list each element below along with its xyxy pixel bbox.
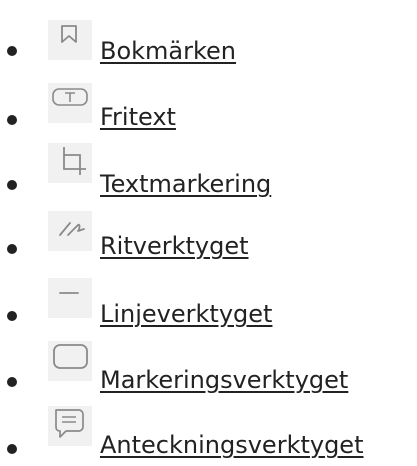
bookmark-icon <box>48 20 92 60</box>
list-bullet <box>7 377 17 387</box>
list-bullet <box>7 180 17 190</box>
list-bullet <box>7 244 17 254</box>
tool-link-bookmarks[interactable]: Bokmärken <box>100 36 236 66</box>
list-bullet <box>7 115 17 125</box>
rectangle-icon <box>48 341 92 381</box>
tool-link-marking[interactable]: Markeringsverktyget <box>100 365 348 395</box>
free-text-icon <box>48 83 92 123</box>
comment-icon <box>48 406 92 446</box>
tool-item-draw: Ritverktyget <box>0 211 417 263</box>
tool-item-free-text: Fritext <box>0 83 417 135</box>
tool-item-marking: Markeringsverktyget <box>0 341 417 395</box>
tool-item-line: Linjeverktyget <box>0 278 417 330</box>
draw-icon <box>48 211 92 251</box>
tool-link-line[interactable]: Linjeverktyget <box>100 299 272 329</box>
tool-link-draw[interactable]: Ritverktyget <box>100 231 249 261</box>
list-bullet <box>7 46 17 56</box>
list-bullet <box>7 311 17 321</box>
list-bullet <box>7 444 17 454</box>
tool-link-text-highlight[interactable]: Textmarkering <box>100 169 271 199</box>
tool-item-bookmarks: Bokmärken <box>0 20 417 72</box>
tool-link-notes[interactable]: Anteckningsverktyget <box>100 430 363 460</box>
crop-icon <box>48 143 92 183</box>
tool-item-notes: Anteckningsverktyget <box>0 406 417 460</box>
tool-item-text-highlight: Textmarkering <box>0 143 417 198</box>
tool-link-free-text[interactable]: Fritext <box>100 102 176 132</box>
line-icon <box>48 278 92 318</box>
tool-list: Bokmärken Fritext Textmarkering Ritverkt… <box>0 0 417 466</box>
